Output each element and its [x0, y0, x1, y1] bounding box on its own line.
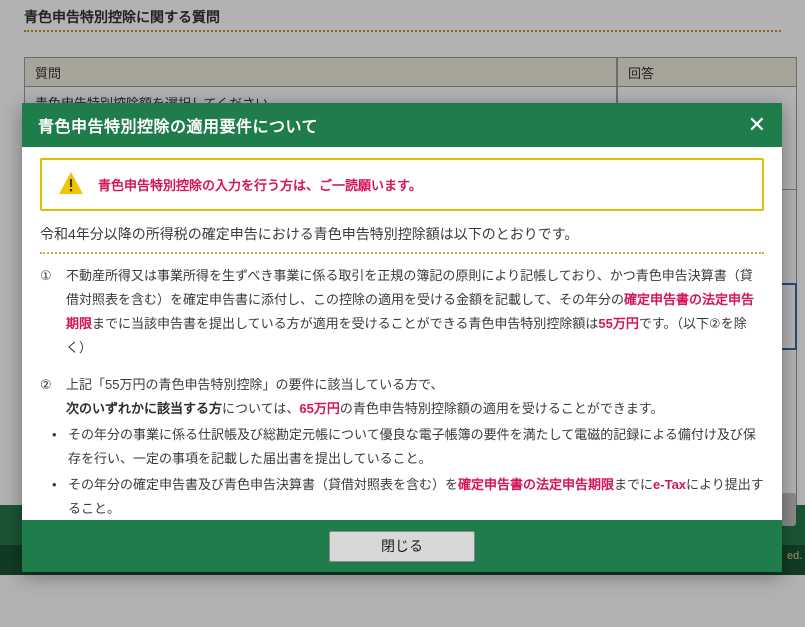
dialog-header: 青色申告特別控除の適用要件について ✕: [22, 103, 782, 147]
condition-bullet-1: • その年分の事業に係る仕訳帳及び総勘定元帳について優良な電子帳簿の要件を満たし…: [40, 423, 764, 471]
dialog-body: 青色申告特別控除の入力を行う方は、ご一読願います。 令和4年分以降の所得税の確定…: [22, 147, 782, 520]
warning-icon: [58, 171, 84, 198]
close-button[interactable]: 閉じる: [329, 531, 475, 562]
bullet-text: その年分の事業に係る仕訳帳及び総勘定元帳について優良な電子帳簿の要件を満たして電…: [68, 423, 764, 471]
intro-divider: [40, 252, 764, 254]
item-text: 不動産所得又は事業所得を生ずべき事業に係る取引を正規の簿記の原則により記帳してお…: [66, 264, 764, 360]
bullet-text: その年分の確定申告書及び青色申告決算書（貸借対照表を含む）を確定申告書の法定申告…: [68, 473, 764, 520]
bullet-icon: •: [52, 473, 68, 520]
item-number: ①: [40, 264, 66, 360]
intro-text: 令和4年分以降の所得税の確定申告における青色申告特別控除額は以下のとおりです。: [40, 224, 764, 244]
condition-bullet-2: • その年分の確定申告書及び青色申告決算書（貸借対照表を含む）を確定申告書の法定…: [40, 473, 764, 520]
bullet-icon: •: [52, 423, 68, 471]
close-icon[interactable]: ✕: [748, 114, 766, 136]
requirement-item-1: ① 不動産所得又は事業所得を生ずべき事業に係る取引を正規の簿記の原則により記帳し…: [40, 264, 764, 360]
dialog-title: 青色申告特別控除の適用要件について: [38, 113, 318, 137]
requirement-item-2: ② 上記「55万円の青色申告特別控除」の要件に該当している方で、 次のいずれかに…: [40, 373, 764, 421]
warning-text: 青色申告特別控除の入力を行う方は、ご一読願います。: [98, 175, 422, 194]
item-number: ②: [40, 373, 66, 421]
blue-return-deduction-dialog: 青色申告特別控除の適用要件について ✕ 青色申告特別控除の入力を行う方は、ご一読…: [22, 103, 782, 572]
warning-banner: 青色申告特別控除の入力を行う方は、ご一読願います。: [40, 158, 764, 211]
item-text: 上記「55万円の青色申告特別控除」の要件に該当している方で、 次のいずれかに該当…: [66, 373, 764, 421]
dialog-footer: 閉じる: [22, 520, 782, 572]
